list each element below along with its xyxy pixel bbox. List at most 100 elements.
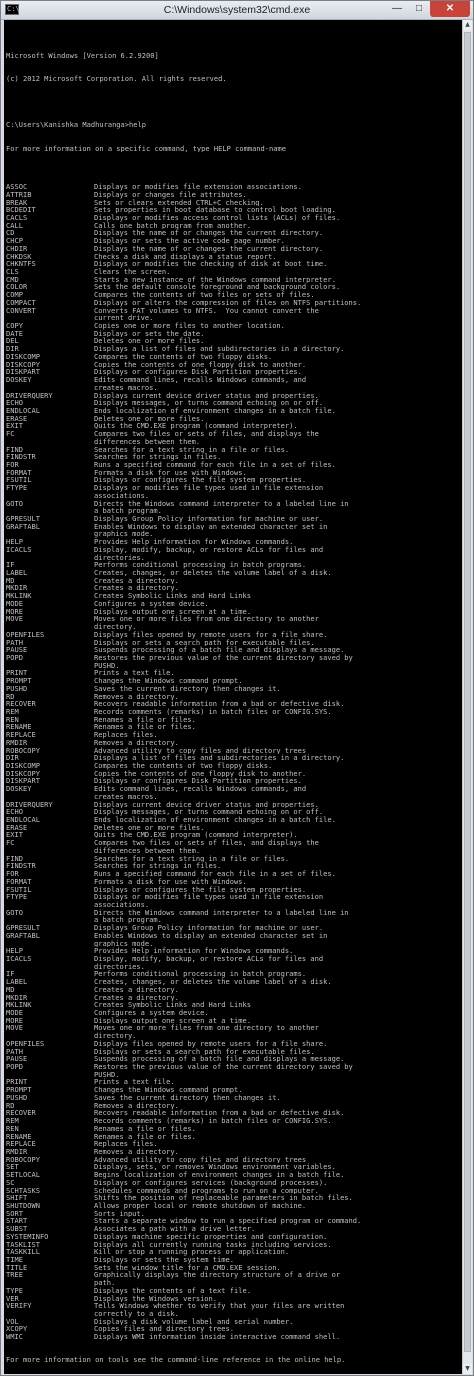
command-row: directories.: [6, 554, 462, 562]
command-row: CD Displays the name of or changes the cu…: [6, 229, 462, 237]
command-name: GPRESULT: [6, 515, 40, 523]
command-name: RECOVER: [6, 1109, 36, 1118]
console-area[interactable]: Microsoft Windows [Version 6.2.9200] (c)…: [4, 20, 472, 1374]
command-description: Displays or modifies the checking of dis…: [94, 260, 328, 268]
command-name: FSUTIL: [6, 476, 32, 485]
command-row: IF Performs conditional processing in bat…: [6, 561, 462, 569]
title-bar[interactable]: C:\ C:\Windows\system32\cmd.exe — □ ✕: [1, 1, 473, 20]
command-description: PUSHD.: [94, 661, 120, 670]
command-description: PUSHD.: [94, 1070, 120, 1079]
command-name: ECHO: [6, 399, 23, 407]
command-description: Displays machine specific properties and…: [94, 1232, 328, 1241]
close-button[interactable]: ✕: [430, 1, 470, 17]
command-row: GRAFTABL Enables Windows to display an ex…: [6, 523, 462, 531]
command-row: RENAME Renames a file or files.: [6, 723, 462, 731]
command-description: Removes a directory.: [94, 738, 179, 747]
command-name: FSUTIL: [6, 885, 32, 894]
command-name: ICACLS: [6, 545, 32, 554]
command-description: Copies the contents of one floppy disk t…: [94, 360, 307, 369]
command-name: RMDIR: [6, 1147, 28, 1156]
command-row: MODE Configures a system device.: [6, 1009, 462, 1017]
command-name: PRINT: [6, 1078, 28, 1087]
command-description: Displays files opened by remote users fo…: [94, 1039, 328, 1048]
command-name: VERIFY: [6, 1302, 32, 1311]
footer-line: For more information on tools see the co…: [6, 1356, 346, 1365]
command-row: MD Creates a directory.: [6, 577, 462, 585]
command-description: Displays Group Policy information for ma…: [94, 515, 324, 523]
command-description: Sets properties in boot database to cont…: [94, 206, 336, 214]
command-description: Changes the Windows command prompt.: [94, 677, 243, 685]
command-name: SCHTASKS: [6, 1186, 40, 1195]
command-name: MD: [6, 576, 15, 585]
command-description: Calls one batch program from another.: [94, 221, 251, 230]
command-description: Creates a directory.: [94, 576, 179, 585]
command-name: VOL: [6, 1317, 19, 1326]
command-name: FTYPE: [6, 893, 28, 901]
command-description: Creates a directory.: [94, 985, 179, 994]
command-name: TYPE: [6, 1286, 23, 1295]
command-row: graphics mode.: [6, 940, 462, 948]
scroll-down-arrow-icon[interactable]: ▼: [463, 1364, 472, 1374]
command-row: CHCP Displays or sets the active code pag…: [6, 237, 462, 245]
command-row: COMP Compares the contents of two files o…: [6, 291, 462, 299]
command-description: Displays or changes file attributes.: [94, 190, 247, 199]
command-name: ERASE: [6, 823, 28, 832]
command-name: MODE: [6, 1009, 23, 1017]
command-row: PATH Displays or sets a search path for e…: [6, 1048, 462, 1056]
command-description: Clears the screen.: [94, 268, 171, 276]
command-name: MD: [6, 985, 15, 994]
command-description: Ends localization of environment changes…: [94, 406, 336, 415]
command-description: Quits the CMD.EXE program (command inter…: [94, 831, 298, 840]
scroll-thumb[interactable]: [464, 32, 471, 1352]
command-name: FINDSTR: [6, 862, 36, 871]
command-name: DISKCOMP: [6, 352, 40, 361]
command-name: [6, 1071, 94, 1079]
maximize-button[interactable]: □: [408, 1, 430, 17]
command-description: Displays or configures Disk Partition pr…: [94, 777, 302, 786]
command-name: DATE: [6, 329, 23, 338]
command-name: [6, 554, 94, 562]
command-description: Displays Group Policy information for ma…: [94, 924, 324, 932]
command-name: ERASE: [6, 414, 28, 423]
command-name: DRIVERQUERY: [6, 391, 53, 400]
command-description: Performs conditional processing in batch…: [94, 970, 307, 979]
command-name: MKDIR: [6, 584, 28, 593]
command-name: HELP: [6, 538, 23, 546]
command-row: DOSKEY Edits command lines, recalls Windo…: [6, 376, 462, 384]
command-description: graphics mode.: [94, 939, 154, 948]
command-description: Displays or configures Disk Partition pr…: [94, 368, 302, 377]
command-row: associations.: [6, 901, 462, 909]
command-name: BREAK: [6, 198, 28, 207]
console-line: For more information on a specific comma…: [6, 144, 287, 153]
command-name: RENAME: [6, 1132, 32, 1141]
minimize-button[interactable]: —: [386, 1, 408, 17]
command-row: FSUTIL Displays or configures the file sy…: [6, 476, 462, 484]
command-name: CHCP: [6, 237, 23, 245]
command-description: Sets the window title for a CMD.EXE sess…: [94, 1263, 281, 1272]
command-description: Directs the Windows command interpreter …: [94, 499, 349, 508]
command-name: REM: [6, 707, 19, 716]
command-row: MKLINK Creates Symbolic Links and Hard Li…: [6, 592, 462, 600]
vertical-scrollbar[interactable]: ▲ ▼: [462, 20, 472, 1374]
command-row: MODE Configures a system device.: [6, 600, 462, 608]
command-description: Display, modify, backup, or restore ACLs…: [94, 954, 324, 963]
command-row: MKDIR Creates a directory.: [6, 584, 462, 592]
scroll-up-arrow-icon[interactable]: ▲: [463, 20, 472, 30]
command-row: a batch program.: [6, 507, 462, 515]
command-name: PROMPT: [6, 677, 32, 685]
command-description: differences between them.: [94, 437, 201, 446]
command-row: FOR Runs a specified command for each fil…: [6, 461, 462, 469]
command-name: ENDLOCAL: [6, 406, 40, 415]
command-description: Displays the contents of a text file.: [94, 1286, 251, 1295]
command-row: MKLINK Creates Symbolic Links and Hard Li…: [6, 1001, 462, 1009]
command-description: Searches for strings in files.: [94, 453, 222, 461]
command-name: [6, 1310, 94, 1318]
command-row: current drive.: [6, 314, 462, 322]
command-row: OPENFILES Displays files opened by remote…: [6, 631, 462, 639]
command-description: Removes a directory.: [94, 1147, 179, 1156]
command-row: path.: [6, 1279, 462, 1287]
console-line: Microsoft Windows [Version 6.2.9200]: [6, 51, 159, 60]
command-name: SYSTEMINFO: [6, 1232, 49, 1241]
command-row: REM Records comments (remarks) in batch f…: [6, 1117, 462, 1125]
command-name: TASKLIST: [6, 1240, 40, 1249]
